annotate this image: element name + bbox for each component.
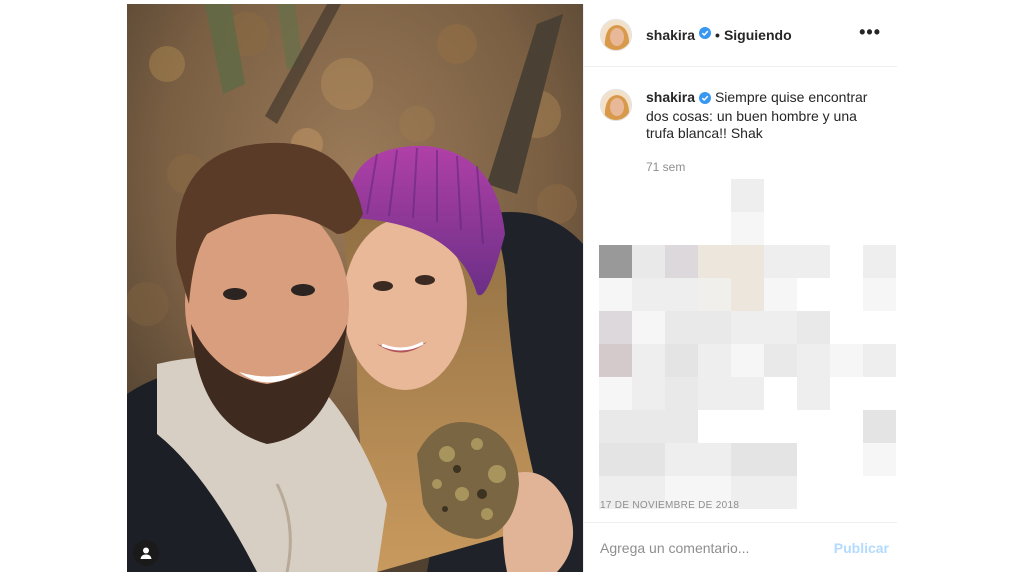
pixel-block	[731, 179, 764, 212]
pixel-block	[599, 278, 632, 311]
pixel-block	[698, 443, 731, 476]
pixel-block	[863, 344, 896, 377]
pixelated-comments-area	[599, 179, 899, 509]
pixel-block	[797, 377, 830, 410]
pixel-block	[698, 311, 731, 344]
post-side-panel: shakira • Siguiendo ••• shakira Siempre …	[583, 4, 897, 572]
caption-username[interactable]: shakira	[646, 89, 695, 105]
pixel-block	[863, 443, 896, 476]
post-photo[interactable]	[127, 4, 583, 572]
pixel-block	[863, 245, 896, 278]
pixel-block	[764, 278, 797, 311]
pixel-block	[731, 443, 764, 476]
pixel-block	[797, 311, 830, 344]
pixel-block	[632, 245, 665, 278]
pixel-block	[731, 311, 764, 344]
pixel-block	[632, 377, 665, 410]
verified-badge-icon	[699, 91, 712, 108]
pixel-block	[731, 245, 764, 278]
pixel-block	[863, 410, 896, 443]
pixel-block	[764, 344, 797, 377]
pixel-block	[599, 443, 632, 476]
user-tag-icon[interactable]	[133, 540, 159, 566]
post-header: shakira • Siguiendo •••	[584, 4, 897, 67]
pixel-block	[731, 212, 764, 245]
pixel-block	[830, 344, 863, 377]
more-options-icon[interactable]: •••	[859, 23, 881, 43]
caption-timestamp[interactable]: 71 sem	[646, 159, 878, 176]
pixel-block	[599, 245, 632, 278]
pixel-block	[665, 443, 698, 476]
pixel-block	[632, 311, 665, 344]
pixel-block	[665, 377, 698, 410]
pixel-block	[665, 278, 698, 311]
pixel-block	[599, 377, 632, 410]
pixel-block	[731, 344, 764, 377]
pixel-block	[764, 245, 797, 278]
pixel-block	[764, 311, 797, 344]
pixel-block	[665, 410, 698, 443]
caption-body: shakira Siempre quise encontrar dos cosa…	[646, 89, 878, 176]
pixel-block	[632, 410, 665, 443]
selfie-photo-image	[127, 4, 583, 572]
avatar[interactable]	[600, 19, 632, 51]
pixel-block	[632, 443, 665, 476]
pixel-block	[599, 344, 632, 377]
post-date[interactable]: 17 de noviembre de 2018	[600, 500, 739, 511]
pixel-block	[665, 344, 698, 377]
pixel-block	[764, 476, 797, 509]
pixel-block	[797, 344, 830, 377]
pixel-block	[698, 377, 731, 410]
comment-bar: Publicar	[584, 522, 897, 572]
pixel-block	[731, 377, 764, 410]
pixel-block	[632, 278, 665, 311]
pixel-block	[863, 278, 896, 311]
pixel-block	[797, 245, 830, 278]
pixel-block	[632, 344, 665, 377]
publish-button[interactable]: Publicar	[834, 540, 889, 556]
pixel-block	[599, 311, 632, 344]
pixel-block	[698, 245, 731, 278]
pixel-block	[698, 344, 731, 377]
pixel-block	[665, 245, 698, 278]
avatar[interactable]	[600, 89, 632, 121]
following-button[interactable]: Siguiendo	[724, 27, 792, 43]
pixel-block	[698, 278, 731, 311]
pixel-block	[764, 443, 797, 476]
separator-dot: •	[715, 27, 720, 43]
pixel-block	[665, 311, 698, 344]
pixel-block	[599, 410, 632, 443]
pixel-block	[731, 278, 764, 311]
verified-badge-icon	[699, 26, 712, 44]
comment-input[interactable]	[600, 539, 834, 556]
caption: shakira Siempre quise encontrar dos cosa…	[584, 67, 897, 176]
username-link[interactable]: shakira	[646, 27, 695, 43]
instagram-post: shakira • Siguiendo ••• shakira Siempre …	[127, 4, 897, 572]
